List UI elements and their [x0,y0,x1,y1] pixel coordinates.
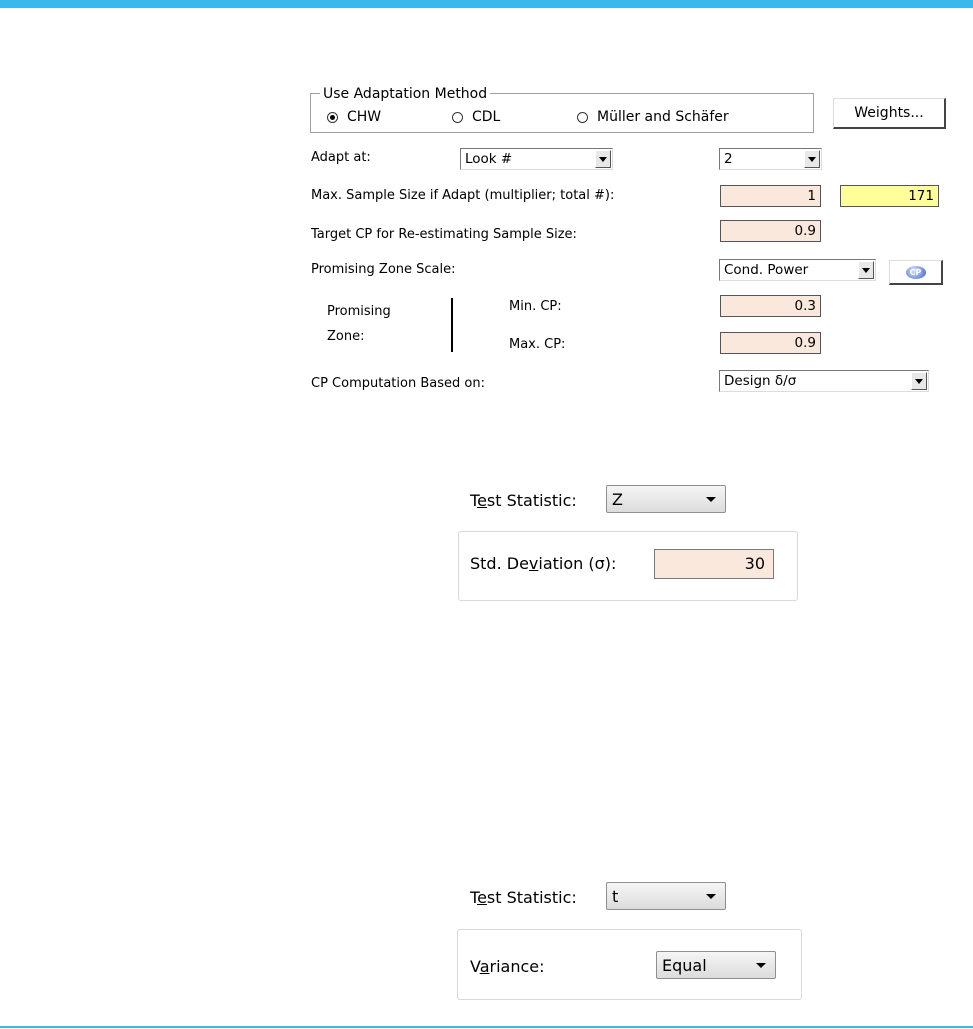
top-accent-bar [0,0,973,8]
adapt-at-label: Adapt at: [311,150,371,165]
test-statistic-select-2[interactable]: t [606,882,726,910]
weights-button[interactable]: Weights... [833,98,946,129]
radio-unchecked-icon [452,111,463,123]
radio-muller-schafer[interactable]: Müller and Schäfer [577,109,729,125]
test-statistic-label-1: Test Statistic: [470,491,577,510]
radio-chw-label: CHW [347,109,382,125]
std-deviation-input[interactable]: 30 [654,549,774,579]
radio-unchecked-icon [577,111,588,123]
cp-icon: CP [905,265,926,279]
target-cp-label: Target CP for Re-estimating Sample Size: [311,227,577,242]
test-statistic-select-1[interactable]: Z [606,485,726,513]
adapt-at-mode-select[interactable]: Look # [460,148,613,170]
radio-checked-icon [327,111,338,123]
variance-select[interactable]: Equal [656,951,776,979]
promising-scale-select[interactable]: Cond. Power [719,259,876,281]
chevron-down-icon [804,150,820,168]
promising-scale-label: Promising Zone Scale: [311,262,456,277]
test-statistic-value-2: t [612,886,619,906]
cp-based-select[interactable]: Design δ/σ [719,370,929,392]
chevron-down-icon [756,962,766,968]
cp-based-label: CP Computation Based on: [311,376,485,391]
radio-chw[interactable]: CHW [327,109,381,125]
adapt-at-look-value: 2 [724,151,733,167]
radio-cdl[interactable]: CDL [452,109,500,125]
cp-chart-button[interactable]: CP [889,260,943,285]
max-sample-label: Max. Sample Size if Adapt (multiplier; t… [311,188,615,203]
adaptation-method-legend: Use Adaptation Method [320,86,491,102]
max-sample-total-field: 171 [840,185,939,207]
chevron-down-icon [858,261,874,279]
std-deviation-label: Std. Deviation (σ): [470,554,617,573]
promising-zone-divider [451,298,453,352]
promising-scale-value: Cond. Power [724,262,809,278]
chevron-down-icon [706,893,716,899]
test-statistic-value-1: Z [612,489,623,509]
variance-label: Variance: [470,957,545,976]
adapt-at-mode-value: Look # [465,151,513,167]
radio-cdl-label: CDL [472,109,501,125]
min-cp-label: Min. CP: [509,299,562,314]
promising-zone-label-line2: Zone: [327,329,365,344]
adapt-at-look-select[interactable]: 2 [719,148,822,170]
variance-value: Equal [662,955,707,975]
max-cp-input[interactable]: 0.9 [720,332,821,354]
target-cp-input[interactable]: 0.9 [720,220,821,242]
min-cp-input[interactable]: 0.3 [720,295,821,317]
chevron-down-icon [911,372,927,390]
max-cp-label: Max. CP: [509,337,566,352]
chevron-down-icon [595,150,611,168]
radio-muller-label: Müller and Schäfer [597,109,729,125]
test-statistic-label-2: Test Statistic: [470,888,577,907]
max-sample-multiplier-input[interactable]: 1 [720,185,821,207]
cp-based-value: Design δ/σ [724,373,797,389]
bottom-accent-line [0,1026,973,1028]
promising-zone-label-line1: Promising [327,304,391,319]
chevron-down-icon [706,496,716,502]
